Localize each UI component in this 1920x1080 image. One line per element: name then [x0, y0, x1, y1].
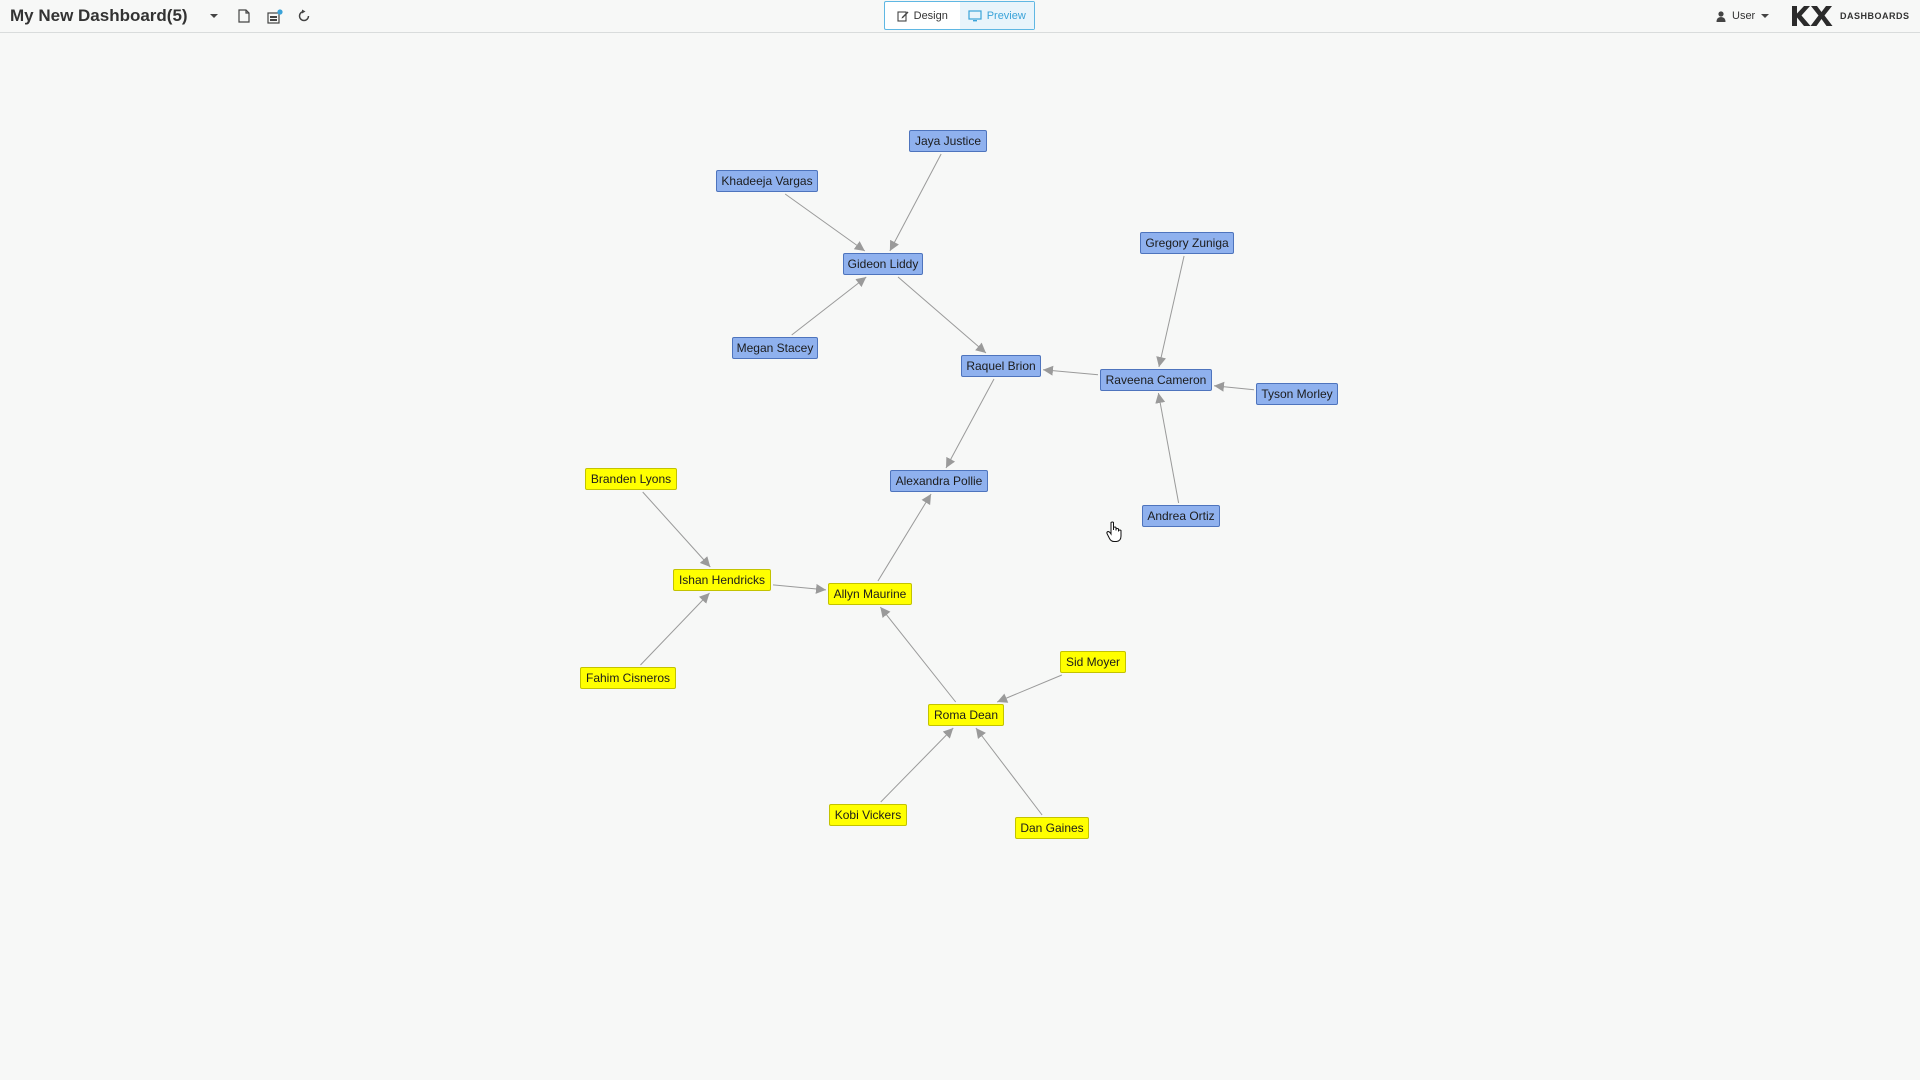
graph-node-gideon[interactable]: Gideon Liddy	[843, 253, 923, 275]
graph-node-raquel[interactable]: Raquel Brion	[961, 355, 1041, 377]
graph-edge-gregory-raveena	[1156, 255, 1185, 368]
graph-edge-raquel-alexandra	[945, 378, 995, 469]
graph-edge-dan-roma	[975, 727, 1043, 816]
graph-node-tyson[interactable]: Tyson Morley	[1256, 383, 1338, 405]
graph-edge-kobi-roma	[880, 727, 954, 803]
graph-node-label: Kobi Vickers	[834, 808, 902, 822]
graph-node-jaya[interactable]: Jaya Justice	[909, 130, 987, 152]
graph-edge-fahim-ishan	[640, 592, 710, 666]
graph-node-label: Allyn Maurine	[833, 587, 907, 601]
graph-node-allyn[interactable]: Allyn Maurine	[828, 583, 912, 605]
graph-edge-tyson-raveena	[1213, 381, 1255, 392]
graph-edge-jaya-gideon	[889, 153, 942, 252]
graph-node-megan[interactable]: Megan Stacey	[732, 337, 818, 359]
graph-node-label: Branden Lyons	[590, 472, 672, 486]
graph-node-label: Dan Gaines	[1020, 821, 1084, 835]
graph-node-fahim[interactable]: Fahim Cisneros	[580, 667, 676, 689]
graph-edge-megan-gideon	[791, 276, 867, 336]
graph-edge-sid-roma	[996, 674, 1063, 703]
graph-node-dan[interactable]: Dan Gaines	[1015, 817, 1089, 839]
user-label: User	[1732, 10, 1756, 22]
chevron-down-icon	[1761, 13, 1770, 18]
graph-node-label: Tyson Morley	[1261, 387, 1333, 401]
graph-node-label: Ishan Hendricks	[678, 573, 766, 587]
design-label: Design	[913, 9, 948, 22]
dashboard-title[interactable]: My New Dashboard(5)	[10, 6, 188, 26]
graph-edge-raveena-raquel	[1042, 365, 1099, 376]
graph-edge-khadeeja-gideon	[784, 193, 866, 252]
graph-node-gregory[interactable]: Gregory Zuniga	[1140, 232, 1234, 254]
user-icon	[1716, 10, 1726, 22]
graph-node-label: Raveena Cameron	[1105, 373, 1207, 387]
graph-node-alexandra[interactable]: Alexandra Pollie	[890, 470, 988, 492]
monitor-icon	[968, 9, 982, 21]
brand-name: DASHBOARDS	[1840, 11, 1910, 21]
graph-edge-roma-allyn	[879, 606, 957, 703]
graph-node-ishan[interactable]: Ishan Hendricks	[673, 569, 771, 591]
graph-node-label: Sid Moyer	[1065, 655, 1121, 669]
graph-node-label: Khadeeja Vargas	[721, 174, 813, 188]
user-menu[interactable]: User	[1716, 8, 1770, 24]
new-document-icon[interactable]	[234, 6, 254, 26]
preview-label: Preview	[986, 9, 1026, 22]
graph-node-roma[interactable]: Roma Dean	[928, 704, 1004, 726]
graph-node-label: Gideon Liddy	[847, 257, 919, 271]
graph-node-label: Roma Dean	[933, 708, 999, 722]
kx-logo-mark	[1792, 6, 1833, 26]
graph-node-label: Megan Stacey	[736, 341, 814, 355]
edit-icon	[897, 10, 909, 22]
graph-node-khadeeja[interactable]: Khadeeja Vargas	[716, 170, 818, 192]
graph-node-label: Jaya Justice	[914, 134, 982, 148]
mode-toggle: Design Preview	[884, 1, 1035, 30]
graph-edge-andrea-raveena	[1155, 392, 1180, 504]
chevron-down-icon[interactable]	[204, 6, 224, 26]
graph-edge-branden-ishan	[642, 491, 711, 568]
hand-cursor-icon	[1106, 521, 1122, 542]
top-toolbar: My New Dashboard(5) Design Preview User …	[0, 0, 1920, 33]
graph-node-label: Fahim Cisneros	[585, 671, 671, 685]
refresh-icon[interactable]	[294, 6, 314, 26]
save-dashboard-icon[interactable]	[265, 6, 285, 26]
graph-node-label: Gregory Zuniga	[1145, 236, 1229, 250]
kx-logo: DASHBOARDS	[1790, 4, 1910, 28]
graph-node-sid[interactable]: Sid Moyer	[1060, 651, 1126, 673]
graph-node-label: Andrea Ortiz	[1147, 509, 1215, 523]
graph-edge-allyn-alexandra	[877, 493, 932, 582]
design-button[interactable]: Design	[885, 2, 960, 29]
preview-button[interactable]: Preview	[959, 2, 1034, 29]
graph-edge-gideon-raquel	[897, 276, 987, 354]
graph-node-raveena[interactable]: Raveena Cameron	[1100, 369, 1212, 391]
graph-node-andrea[interactable]: Andrea Ortiz	[1142, 505, 1220, 527]
graph-node-branden[interactable]: Branden Lyons	[585, 468, 677, 490]
network-graph-edges	[640, 153, 1255, 816]
graph-node-kobi[interactable]: Kobi Vickers	[829, 804, 907, 826]
graph-node-label: Raquel Brion	[966, 359, 1036, 373]
graph-edge-ishan-allyn	[772, 583, 827, 594]
graph-node-label: Alexandra Pollie	[895, 474, 983, 488]
